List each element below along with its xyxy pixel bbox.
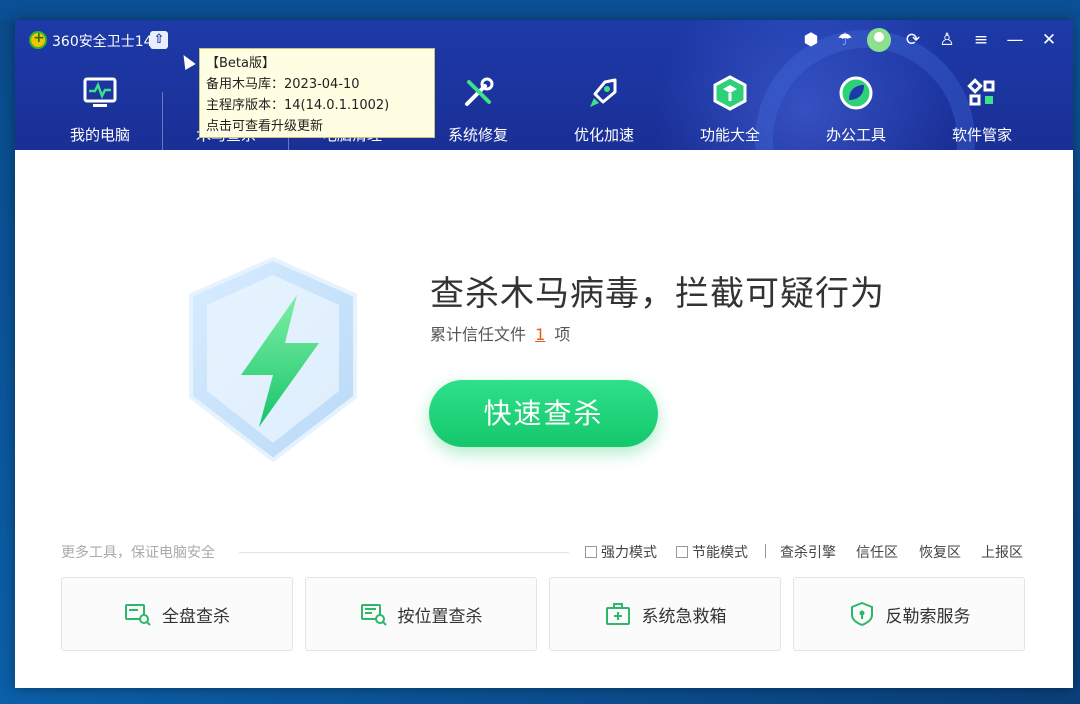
titlebar: 360安全卫士14 ⇧ ⬢ ☂ ⟳ ♙ ≡ — ✕	[15, 20, 1073, 60]
trust-suffix: 项	[554, 325, 571, 344]
power-mode-option[interactable]: 强力模式	[585, 542, 657, 562]
shield-lock-icon	[848, 601, 876, 627]
menu-icon[interactable]: ≡	[969, 28, 993, 52]
separator	[765, 544, 766, 558]
nav-item-software-manager[interactable]: 软件管家	[919, 70, 1045, 150]
tool-card-label: 按位置查杀	[397, 606, 483, 627]
close-icon[interactable]: ✕	[1037, 28, 1061, 52]
titlebar-controls: ⬢ ☂ ⟳ ♙ ≡ — ✕	[799, 28, 1061, 52]
link-trust-zone[interactable]: 信任区	[856, 542, 898, 562]
page-headline: 查杀木马病毒，拦截可疑行为	[430, 274, 885, 314]
main-nav: 我的电脑 木马查杀 电脑清理 系统修复	[37, 70, 1045, 150]
disk-scan-icon	[124, 602, 152, 626]
app-window: 360安全卫士14 ⇧ ⬢ ☂ ⟳ ♙ ≡ — ✕ 我的电脑	[15, 20, 1073, 688]
tooltip-line: 主程序版本：14(14.0.1.1002)	[206, 98, 390, 113]
tool-card-label: 反勒索服务	[885, 606, 971, 627]
tool-card-label: 全盘查杀	[162, 606, 230, 627]
app-title: 360安全卫士14	[52, 34, 153, 50]
apps-icon	[963, 74, 1001, 112]
more-tools-label: 更多工具，保证电脑安全	[61, 545, 215, 561]
tooltip-line: 点击可查看升级更新	[206, 119, 324, 134]
shield-badge-icon[interactable]: ⬢	[799, 28, 823, 52]
trust-prefix: 累计信任文件	[430, 325, 527, 344]
upgrade-tooltip[interactable]: 【Beta版】 备用木马库：2023-04-10 主程序版本：14(14.0.1…	[199, 48, 435, 138]
nav-item-features[interactable]: 功能大全	[667, 70, 793, 150]
tool-card-label: 系统急救箱	[641, 606, 727, 627]
refresh-icon[interactable]: ⟳	[901, 28, 925, 52]
first-aid-card[interactable]: 系统急救箱	[549, 577, 781, 651]
eco-mode-checkbox[interactable]	[676, 546, 688, 558]
nav-item-office-tools[interactable]: 办公工具	[793, 70, 919, 150]
trust-files-summary: 累计信任文件 1 项	[430, 321, 570, 345]
nav-item-label: 功能大全	[699, 126, 760, 144]
nav-item-optimize[interactable]: 优化加速	[541, 70, 667, 150]
rocket-icon	[585, 74, 623, 112]
cube-icon	[711, 74, 749, 112]
tooltip-line: 【Beta版】	[206, 56, 275, 71]
link-report-zone[interactable]: 上报区	[981, 542, 1023, 562]
first-aid-kit-icon	[604, 602, 632, 626]
arrow-up-icon[interactable]: ⇧	[150, 31, 168, 49]
desktop-background	[0, 0, 1080, 20]
nav-item-my-computer[interactable]: 我的电脑	[37, 70, 163, 150]
nav-item-label: 软件管家	[951, 126, 1012, 144]
tooltip-line: 备用木马库：2023-04-10	[206, 77, 360, 92]
quick-scan-button[interactable]: 快速查杀	[429, 380, 658, 447]
nav-item-label: 优化加速	[573, 126, 634, 144]
link-restore-zone[interactable]: 恢复区	[919, 542, 961, 562]
option-label: 节能模式	[692, 545, 748, 561]
tool-cards: 全盘查杀 按位置查杀 系统急救箱 反勒索服务	[61, 577, 1025, 651]
minimize-icon[interactable]: —	[1003, 28, 1027, 52]
nav-item-label: 我的电脑	[69, 126, 130, 144]
location-scan-card[interactable]: 按位置查杀	[305, 577, 537, 651]
eco-mode-option[interactable]: 节能模式	[676, 542, 748, 562]
link-scan-engine[interactable]: 查杀引擎	[780, 542, 836, 562]
option-label: 强力模式	[601, 545, 657, 561]
tools-icon	[459, 74, 497, 112]
avatar[interactable]	[867, 28, 891, 52]
power-mode-checkbox[interactable]	[585, 546, 597, 558]
anti-ransomware-card[interactable]: 反勒索服务	[793, 577, 1025, 651]
shield-lightning-icon	[187, 256, 359, 463]
tools-bar: 更多工具，保证电脑安全 强力模式 节能模式 查杀引擎 信任区 恢复区 上报区	[61, 540, 1029, 564]
header: 360安全卫士14 ⇧ ⬢ ☂ ⟳ ♙ ≡ — ✕ 我的电脑	[15, 20, 1073, 150]
shirt-icon[interactable]: ♙	[935, 28, 959, 52]
trust-count-link[interactable]: 1	[535, 325, 545, 344]
umbrella-icon[interactable]: ☂	[833, 28, 857, 52]
leaf-icon	[837, 74, 875, 112]
full-scan-card[interactable]: 全盘查杀	[61, 577, 293, 651]
folder-scan-icon	[360, 602, 388, 626]
divider-line	[239, 552, 569, 553]
app-logo-icon	[29, 30, 47, 49]
monitor-icon	[81, 74, 119, 112]
nav-item-label: 办公工具	[825, 126, 886, 144]
